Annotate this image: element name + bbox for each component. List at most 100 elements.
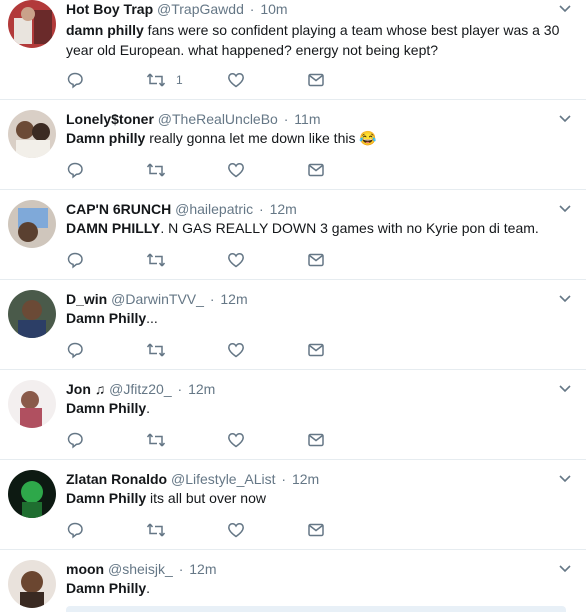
tweet[interactable]: CAP'N 6RUNCH @hailepatric · 12m DAMN PHI…: [0, 190, 586, 280]
retweet-button[interactable]: [146, 520, 166, 540]
direct-message-button[interactable]: [307, 520, 325, 540]
like-button[interactable]: [227, 70, 245, 90]
display-name[interactable]: CAP'N 6RUNCH: [66, 201, 171, 217]
tweet-header: Hot Boy Trap @TrapGawdd · 10m: [66, 0, 288, 18]
tweet-text: Damn Philly.: [66, 578, 566, 598]
user-handle[interactable]: @Lifestyle_AList: [171, 471, 275, 487]
reply-button[interactable]: [66, 430, 84, 450]
reply-button[interactable]: [66, 340, 84, 360]
tweet-actions: [66, 430, 566, 450]
heart-icon: [228, 253, 244, 268]
chevron-down-icon[interactable]: [558, 562, 572, 576]
chevron-down-icon[interactable]: [558, 202, 572, 216]
chevron-down-icon[interactable]: [558, 2, 572, 16]
retweet-icon: [146, 433, 166, 447]
avatar[interactable]: [8, 290, 56, 338]
avatar[interactable]: [8, 0, 56, 48]
display-name[interactable]: D_win: [66, 291, 107, 307]
tweet-text: Damn Philly.: [66, 398, 566, 418]
direct-message-button[interactable]: [307, 430, 325, 450]
retweet-button[interactable]: 1: [146, 70, 183, 90]
direct-message-button[interactable]: [307, 160, 325, 180]
envelope-icon: [308, 343, 324, 357]
timestamp[interactable]: 12m: [188, 381, 215, 397]
display-name[interactable]: Lonely$toner: [66, 111, 154, 127]
separator-dot: ·: [178, 561, 184, 577]
reply-icon: [67, 162, 83, 179]
tweet-text: damn philly fans were so confident playi…: [66, 20, 566, 60]
like-button[interactable]: [227, 250, 245, 270]
reply-button[interactable]: [66, 250, 84, 270]
media-preview[interactable]: [66, 606, 566, 612]
like-button[interactable]: [227, 520, 245, 540]
tweet[interactable]: Jon ♫ @Jfitz20_ · 12m Damn Philly.: [0, 370, 586, 460]
tweet-header: Lonely$toner @TheRealUncleBo · 11m: [66, 110, 321, 128]
separator-dot: ·: [283, 111, 289, 127]
direct-message-button[interactable]: [307, 340, 325, 360]
tweet-actions: [66, 520, 566, 540]
retweet-icon: [146, 253, 166, 267]
like-button[interactable]: [227, 160, 245, 180]
chevron-down-icon[interactable]: [558, 292, 572, 306]
timestamp[interactable]: 10m: [260, 1, 287, 17]
avatar[interactable]: [8, 110, 56, 158]
retweet-icon: [146, 523, 166, 537]
user-handle[interactable]: @hailepatric: [175, 201, 253, 217]
chevron-down-icon[interactable]: [558, 382, 572, 396]
display-name[interactable]: moon: [66, 561, 104, 577]
tweet[interactable]: Zlatan Ronaldo @Lifestyle_AList · 12m Da…: [0, 460, 586, 550]
retweet-icon: [146, 73, 166, 87]
reply-button[interactable]: [66, 520, 84, 540]
retweet-button[interactable]: [146, 430, 166, 450]
avatar[interactable]: [8, 200, 56, 248]
tweet[interactable]: Hot Boy Trap @TrapGawdd · 10m damn phill…: [0, 0, 586, 100]
reply-button[interactable]: [66, 160, 84, 180]
tweet-header: Zlatan Ronaldo @Lifestyle_AList · 12m: [66, 470, 319, 488]
timestamp[interactable]: 12m: [220, 291, 247, 307]
envelope-icon: [308, 163, 324, 177]
tweet-text: Damn Philly its all but over now: [66, 488, 566, 508]
retweet-button[interactable]: [146, 340, 166, 360]
display-name[interactable]: Zlatan Ronaldo: [66, 471, 167, 487]
reply-icon: [67, 72, 83, 89]
tweet-text-rest: .: [146, 580, 151, 596]
tweet-text-rest: . N GAS REALLY DOWN 3 games with no Kyri…: [160, 220, 539, 236]
heart-icon: [228, 523, 244, 538]
avatar[interactable]: [8, 560, 56, 608]
retweet-button[interactable]: [146, 160, 166, 180]
like-button[interactable]: [227, 340, 245, 360]
heart-icon: [228, 343, 244, 358]
direct-message-button[interactable]: [307, 250, 325, 270]
display-name[interactable]: Jon ♫: [66, 381, 105, 397]
heart-icon: [228, 163, 244, 178]
avatar[interactable]: [8, 470, 56, 518]
user-handle[interactable]: @sheisjk_: [108, 561, 173, 577]
avatar[interactable]: [8, 380, 56, 428]
timestamp[interactable]: 12m: [270, 201, 297, 217]
like-button[interactable]: [227, 430, 245, 450]
tweet-text-rest: ...: [146, 310, 158, 326]
heart-icon: [228, 433, 244, 448]
tweet[interactable]: D_win @DarwinTVV_ · 12m Damn Philly...: [0, 280, 586, 370]
retweet-icon: [146, 343, 166, 357]
user-handle[interactable]: @TheRealUncleBo: [158, 111, 278, 127]
user-handle[interactable]: @DarwinTVV_: [111, 291, 204, 307]
envelope-icon: [308, 73, 324, 87]
retweet-button[interactable]: [146, 250, 166, 270]
tweet[interactable]: moon @sheisjk_ · 12m Damn Philly.: [0, 550, 586, 612]
user-handle[interactable]: @Jfitz20_: [109, 381, 171, 397]
timestamp[interactable]: 11m: [294, 111, 320, 127]
reply-button[interactable]: [66, 70, 84, 90]
chevron-down-icon[interactable]: [558, 112, 572, 126]
tweet-actions: [66, 340, 566, 360]
user-handle[interactable]: @TrapGawdd: [157, 1, 244, 17]
keyword-highlight: Damn Philly: [66, 580, 147, 596]
timestamp[interactable]: 12m: [189, 561, 216, 577]
chevron-down-icon[interactable]: [558, 472, 572, 486]
display-name[interactable]: Hot Boy Trap: [66, 1, 153, 17]
direct-message-button[interactable]: [307, 70, 325, 90]
reply-icon: [67, 252, 83, 269]
tweet[interactable]: Lonely$toner @TheRealUncleBo · 11m Damn …: [0, 100, 586, 190]
keyword-highlight: Damn Philly: [66, 400, 147, 416]
timestamp[interactable]: 12m: [292, 471, 319, 487]
